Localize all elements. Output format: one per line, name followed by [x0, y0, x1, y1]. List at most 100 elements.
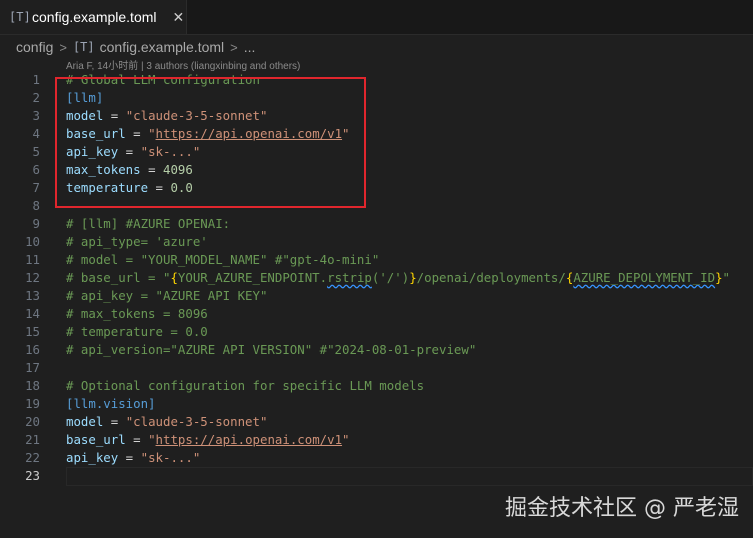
code-token: "sk-..." [140, 144, 201, 159]
line-code: api_key = "sk-..." [66, 449, 200, 467]
code-token: YOUR_AZURE_ENDPOINT. [177, 270, 328, 285]
code-token: rstrip [327, 270, 372, 285]
code-line[interactable]: 17 [0, 359, 753, 377]
code-token: base_url [66, 126, 126, 141]
line-code: # api_type= 'azure' [66, 233, 208, 251]
code-line[interactable]: 18 # Optional configuration for specific … [0, 377, 753, 395]
line-number: 1 [32, 72, 40, 87]
code-token: AZURE_DEPOLYMENT_ID [573, 270, 716, 285]
code-line[interactable]: 12 # base_url = "{YOUR_AZURE_ENDPOINT.rst… [0, 269, 753, 287]
code-line[interactable]: 19 [llm.vision] [0, 395, 753, 413]
code-token: model [66, 414, 104, 429]
code-token: " [148, 126, 156, 141]
line-code: # Global LLM configuration [66, 71, 260, 89]
line-code: temperature = 0.0 [66, 179, 193, 197]
code-token: /openai/deployments/ [416, 270, 566, 285]
code-editor[interactable]: 1 # Global LLM configuration 2 [llm] 3 model … [0, 71, 753, 486]
tab-label: config.example.toml [32, 9, 157, 25]
code-line[interactable]: 15 # temperature = 0.0 [0, 323, 753, 341]
line-code: # base_url = "{YOUR_AZURE_ENDPOINT.rstri… [66, 269, 730, 287]
tab-config-example-toml[interactable]: [T] config.example.toml ✕ [0, 0, 187, 34]
code-line[interactable]: 1 # Global LLM configuration [0, 71, 753, 89]
code-token: # api_version="AZURE API VERSION" #"2024… [66, 342, 477, 357]
code-line[interactable]: 2 [llm] [0, 89, 753, 107]
code-token: # model = "YOUR_MODEL_NAME" #"gpt-4o-min… [66, 252, 380, 267]
toml-file-icon: [T] [9, 10, 31, 24]
line-code: # max_tokens = 8096 [66, 305, 208, 323]
code-line[interactable]: 4 base_url = "https://api.openai.com/v1" [0, 125, 753, 143]
line-number: 11 [25, 252, 40, 267]
code-token: = [125, 126, 149, 141]
close-icon[interactable]: ✕ [173, 9, 185, 26]
code-line[interactable]: 5 api_key = "sk-..." [0, 143, 753, 161]
code-token: # Global LLM configuration [66, 72, 260, 87]
line-number: 2 [32, 90, 40, 105]
current-line-highlight [66, 467, 753, 486]
toml-file-icon: [T] [72, 40, 95, 54]
code-line[interactable]: 21 base_url = "https://api.openai.com/v1" [0, 431, 753, 449]
code-token: = [125, 432, 149, 447]
line-number: 9 [32, 216, 40, 231]
code-line[interactable]: 9 # [llm] #AZURE OPENAI: [0, 215, 753, 233]
line-number: 7 [32, 180, 40, 195]
code-token: [llm.vision] [66, 396, 156, 411]
code-token: " [342, 126, 350, 141]
code-token: = [118, 450, 141, 465]
code-line[interactable]: 23 [0, 467, 753, 486]
code-token: "sk-..." [140, 450, 201, 465]
code-line[interactable]: 13 # api_key = "AZURE API KEY" [0, 287, 753, 305]
line-number: 21 [25, 432, 40, 447]
line-number: 17 [25, 360, 40, 375]
line-code: # temperature = 0.0 [66, 323, 208, 341]
code-token: https://api.openai.com/v1 [155, 432, 343, 447]
code-line[interactable]: 11 # model = "YOUR_MODEL_NAME" #"gpt-4o-m… [0, 251, 753, 269]
line-code: # api_key = "AZURE API KEY" [66, 287, 267, 305]
code-token: ('/') [371, 270, 410, 285]
code-token: api_key [66, 450, 119, 465]
code-line[interactable]: 16 # api_version="AZURE API VERSION" #"20… [0, 341, 753, 359]
line-number: 5 [32, 144, 40, 159]
line-number: 23 [25, 468, 40, 483]
code-token: " [148, 432, 156, 447]
git-blame-annotation[interactable]: Aria F, 14小时前 | 3 authors (liangxinbing … [66, 57, 300, 72]
code-token: # base_url = " [66, 270, 171, 285]
code-token: # Optional configuration for specific LL… [66, 378, 425, 393]
line-number: 8 [32, 198, 40, 213]
line-number: 13 [25, 288, 40, 303]
breadcrumb-folder[interactable]: config [16, 39, 53, 55]
breadcrumb-more[interactable]: ... [244, 39, 256, 55]
code-token: base_url [66, 432, 126, 447]
breadcrumb-file[interactable]: config.example.toml [100, 39, 225, 55]
line-code: api_key = "sk-..." [66, 143, 200, 161]
line-code: model = "claude-3-5-sonnet" [66, 107, 267, 125]
line-number: 3 [32, 108, 40, 123]
code-token: = [103, 108, 126, 123]
line-number: 12 [25, 270, 40, 285]
code-token: [llm] [66, 90, 104, 105]
code-token: 4096 [163, 162, 193, 177]
line-code: max_tokens = 4096 [66, 161, 193, 179]
line-number: 10 [25, 234, 40, 249]
code-line[interactable]: 3 model = "claude-3-5-sonnet" [0, 107, 753, 125]
code-line[interactable]: 6 max_tokens = 4096 [0, 161, 753, 179]
code-line[interactable]: 7 temperature = 0.0 [0, 179, 753, 197]
code-token: api_key [66, 144, 119, 159]
code-line[interactable]: 22 api_key = "sk-..." [0, 449, 753, 467]
line-number: 20 [25, 414, 40, 429]
code-token: = [148, 180, 171, 195]
line-code: [llm.vision] [66, 395, 156, 413]
code-token: } [715, 270, 723, 285]
code-token: = [103, 414, 126, 429]
code-token: temperature [66, 180, 149, 195]
line-number: 16 [25, 342, 40, 357]
chevron-right-icon: > [230, 39, 238, 55]
code-token: # [llm] #AZURE OPENAI: [66, 216, 231, 231]
code-line[interactable]: 10 # api_type= 'azure' [0, 233, 753, 251]
code-token: # api_key = "AZURE API KEY" [66, 288, 268, 303]
code-line[interactable]: 8 [0, 197, 753, 215]
line-code: # api_version="AZURE API VERSION" #"2024… [66, 341, 476, 359]
code-token: max_tokens [66, 162, 141, 177]
code-token: https://api.openai.com/v1 [155, 126, 343, 141]
code-line[interactable]: 14 # max_tokens = 8096 [0, 305, 753, 323]
code-line[interactable]: 20 model = "claude-3-5-sonnet" [0, 413, 753, 431]
